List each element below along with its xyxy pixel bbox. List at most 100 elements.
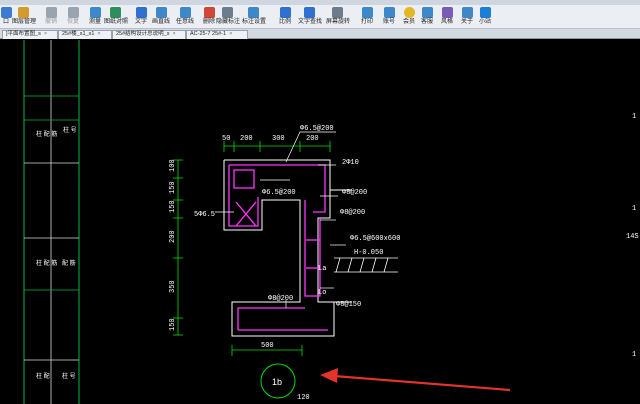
toolbar-button-partial[interactable]: 口 [0,6,12,28]
rebar-label: Φ6.5@200 [262,189,296,197]
tab-document-2[interactable]: 25#楼_s1_s1 × [58,30,112,39]
vip-icon [403,7,415,18]
toolbar-button-text-search[interactable]: 文字查找 [298,6,323,28]
toolbar-button-label: 口 [2,19,9,25]
dim-label: 200 [240,135,253,143]
toolbar-button-style[interactable]: 风格 [436,6,458,28]
tab-label: ]平面布置图_s [6,31,41,37]
toolbar-button-line[interactable]: 画直线 [150,6,172,28]
tab-label: 25#楼_s1_s1 [62,31,95,37]
redo-icon [67,7,79,18]
about-icon [461,7,473,18]
dim-label: 350 [169,280,177,293]
close-icon[interactable]: × [229,31,232,37]
toolbar-button-label: 账号 [382,19,395,25]
toolbar-button-label: 画直线 [151,19,170,25]
scale-icon [279,7,291,18]
toolbar-button-label: 客服 [420,19,433,25]
rebar-label: Φ6.5@600x600 [350,235,400,243]
dim-label: 200 [169,230,177,243]
account-icon [383,7,395,18]
toolbar-button-label: 屏幕旋转 [326,19,351,25]
toolbar-button-label: 文字查找 [298,19,323,25]
drawing-text: 1 [632,205,636,213]
toolbar-button-redo[interactable]: 恢复 [62,6,84,28]
compare-icon [109,7,121,18]
ground-hatch [334,257,398,273]
drawing-text: 14S 1 [626,233,640,241]
toolbar-button-account[interactable]: 账号 [378,6,400,28]
drawing-text: 1 [632,113,636,121]
line-icon [155,7,167,18]
toolbar-button-station[interactable]: 小站 [474,6,496,28]
toolbar-button-scale[interactable]: 比例 [274,6,296,28]
section-label: 1b [272,377,282,387]
dim-label: 500 [261,342,274,350]
toolbar-button-label: 文字 [134,19,147,25]
drawing-canvas[interactable]: 柱 配 筋 柱 号 柱 配 筋 配 筋 柱 配 柱 号 50 200 300 2… [0,40,640,404]
anchor-label: Lo [318,289,326,297]
dim-label: 150 [169,181,177,194]
anchor-label: La [318,265,326,273]
toolbar-button-freehand[interactable]: 任意线 [174,6,196,28]
dim-label: 150 [169,200,177,213]
toolbar-button-undo[interactable]: 撤销 [40,6,62,28]
toolbar-button-label: 比例 [278,19,291,25]
partial-icon [0,7,12,18]
toolbar-button-annotation-settings[interactable]: 标注设置 [242,6,267,28]
panel-cell-text: 柱 配 筋 [36,130,57,138]
toolbar-button-text[interactable]: 文字 [130,6,152,28]
close-icon[interactable]: × [44,31,47,37]
tab-label: AC-25-7 25#-1 [190,31,227,37]
text-icon [135,7,147,18]
annotation-text: Φ6.5@200 2Φ10 Φ6.5@200 Φ8@200 Φ8@200 5Φ6… [194,113,640,402]
close-icon[interactable]: × [173,31,176,37]
leader-lines [215,131,348,308]
style-icon [441,7,453,18]
tab-label: 25#结构设计总说明_s [116,31,170,37]
annotation-settings-icon [247,7,259,18]
close-icon[interactable]: × [97,31,100,37]
dim-label: 50 [222,135,230,143]
rebar-label: Φ8@200 [340,209,365,217]
toolbar-button-measure[interactable]: 测量 [84,6,106,28]
toolbar-button-label: 标注设置 [242,19,267,25]
toolbar-button-label: 小站 [478,19,491,25]
red-arrow [320,368,511,392]
panel-cell-text: 配 筋 [62,259,76,267]
panel-cell-text: 柱 配 [36,372,50,380]
rebar-label: Φ8@200 [268,295,293,303]
main-toolbar: 口图层管理 撤销 恢复 测量 图纸对照 文字 画直线 任意线 删除 隐藏标注 标注设置 比例 文字查找屏… [0,5,640,29]
dim-label: 150 [169,318,177,331]
cad-drawing: 柱 配 筋 柱 号 柱 配 筋 配 筋 柱 配 柱 号 50 200 300 2… [23,40,640,404]
hide-annotation-icon [221,7,233,18]
layers-icon [17,7,29,18]
structure-outline [223,159,352,337]
toolbar-button-support[interactable]: 客服 [416,6,438,28]
tab-document-3[interactable]: 25#结构设计总说明_s × [112,30,186,39]
toolbar-button-label: 风格 [440,19,453,25]
measure-icon [89,7,101,18]
left-panel: 柱 配 筋 柱 号 柱 配 筋 配 筋 柱 配 柱 号 [23,40,80,404]
document-tab-bar: ]平面布置图_s × 25#楼_s1_s1 × 25#结构设计总说明_s × AC-2… [0,29,640,39]
toolbar-button-label: 任意线 [175,19,194,25]
toolbar-button-label: 撤销 [44,19,57,25]
toolbar-button-compare[interactable]: 图纸对照 [104,6,128,28]
panel-cell-text: 柱 配 筋 [36,259,57,267]
toolbar-button-label: 恢复 [66,19,79,25]
dimension-lines [173,141,331,356]
rotate-screen-icon [331,7,343,18]
section-marker: 1b [260,363,296,399]
rebar-label: 2Φ10 [342,159,359,167]
tab-document-1[interactable]: ]平面布置图_s × [2,30,58,39]
dim-label: 100 [169,159,177,172]
dim-label: 200 [306,135,319,143]
toolbar-button-rotate-screen[interactable]: 屏幕旋转 [326,6,351,28]
undo-icon [45,7,57,18]
toolbar-button-layers[interactable]: 图层管理 [12,6,36,28]
toolbar-button-print[interactable]: 打印 [356,6,378,28]
tab-document-4[interactable]: AC-25-7 25#-1 × [186,30,248,39]
rebar-label: Φ8@150 [336,301,361,309]
drawing-text: 1 [632,351,636,359]
toolbar-button-hide-annotation[interactable]: 隐藏标注 [216,6,240,28]
